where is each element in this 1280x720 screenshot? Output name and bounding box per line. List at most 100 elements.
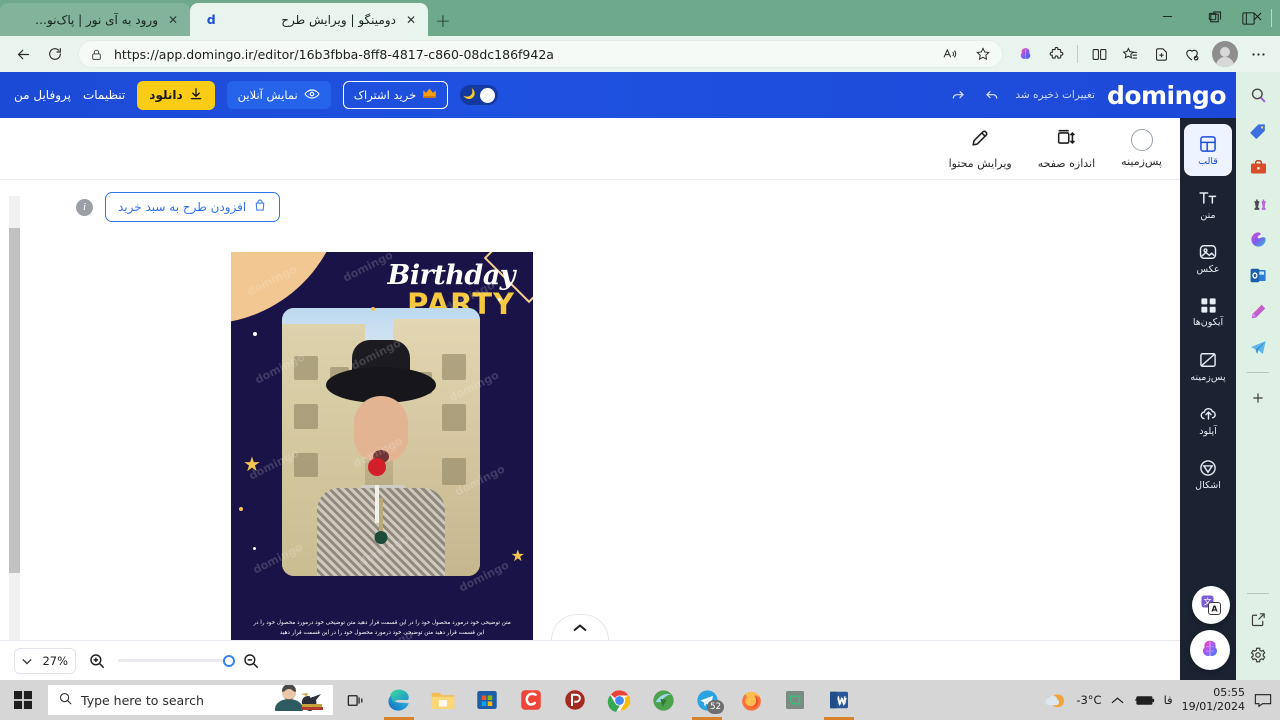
tabstrip: ورود به آی نور | پاک‌نویس ✕ d دومینگو | … (0, 0, 1195, 36)
zoom-out-button[interactable] (240, 650, 262, 672)
design-canvas[interactable]: Birthday PARTY ★ ★ متن توضیحی خود درمورد… (231, 252, 533, 640)
more-options-icon[interactable] (1244, 40, 1272, 68)
taskbar-app-camtasia[interactable] (509, 680, 553, 720)
back-button[interactable] (8, 39, 38, 69)
domingo-logo[interactable]: domingo (1107, 81, 1227, 110)
translate-float-button[interactable]: 文 A (1192, 586, 1230, 624)
redo-icon[interactable] (947, 85, 969, 105)
add-to-cart-button[interactable]: افزودن طرح به سبد خرید (105, 192, 281, 222)
close-button[interactable] (1235, 0, 1280, 32)
settings-link[interactable]: تنظیمات (83, 88, 125, 102)
design-photo[interactable] (282, 308, 480, 576)
new-tab-button[interactable]: + (428, 6, 458, 36)
taskbar-clock[interactable]: 05:55 19/01/2024 (1182, 686, 1245, 715)
telegram-icon[interactable] (1242, 330, 1274, 364)
weather-temperature[interactable]: -3°C (1076, 693, 1101, 707)
battery-charging-icon[interactable] (1133, 694, 1155, 707)
rail-item-background[interactable]: پس‌زمینه (1184, 340, 1232, 392)
windows-start-icon[interactable] (0, 680, 46, 720)
close-tab-icon[interactable]: ✕ (403, 12, 419, 28)
browser-essentials-icon[interactable] (1178, 40, 1206, 68)
tool-background[interactable]: پس‌زمینه (1115, 129, 1168, 168)
buy-subscription-button[interactable]: خرید اشتراک (342, 81, 449, 109)
show-hidden-icons[interactable] (1111, 696, 1124, 705)
rail-item-icons[interactable]: آیکون‌ها (1184, 286, 1232, 338)
rail-item-upload[interactable]: آپلود (1184, 394, 1232, 446)
rail-item-image[interactable]: عکس (1184, 232, 1232, 284)
partly-cloudy-icon[interactable] (1043, 690, 1067, 710)
profile-avatar[interactable] (1212, 41, 1238, 67)
my-profile-link[interactable]: پروفایل من (14, 88, 71, 102)
task-view-icon[interactable] (333, 680, 377, 720)
image-creator-icon[interactable] (1242, 294, 1274, 328)
taskbar-app-file-explorer[interactable] (421, 680, 465, 720)
download-button[interactable]: دانلود (137, 80, 215, 110)
poe-raven-widget-icon[interactable] (271, 685, 333, 715)
zoom-level-select[interactable]: 27% (14, 647, 76, 674)
dark-mode-toggle[interactable]: 🌙 (460, 85, 499, 105)
browser-tab-1[interactable]: ورود به آی نور | پاک‌نویس ✕ (0, 3, 190, 36)
zoom-slider[interactable] (118, 654, 235, 667)
rail-item-template[interactable]: قالب (1184, 124, 1232, 176)
edit-content-pencil-icon (969, 127, 991, 153)
read-aloud-icon[interactable] (937, 41, 963, 67)
tool-edit-content[interactable]: ویرایش محتوا (943, 127, 1018, 170)
scrollbar-thumb[interactable] (9, 228, 20, 573)
sidebar-divider (1247, 372, 1269, 373)
browser-tab-2[interactable]: d دومینگو | ویرایش طرح ✕ (190, 3, 428, 36)
extensions-icon[interactable] (1042, 40, 1070, 68)
add-sidebar-app-icon[interactable] (1242, 381, 1274, 415)
design-description[interactable]: متن توضیحی خود درمورد محصول خود را در ای… (249, 618, 515, 639)
taskbar-app-photoscape[interactable] (553, 680, 597, 720)
taskbar-app-microsoft-word[interactable]: W (817, 680, 861, 720)
refresh-button[interactable] (40, 39, 70, 69)
search-icon[interactable] (1242, 78, 1274, 112)
add-tab-group-icon[interactable] (1147, 40, 1175, 68)
tool-page-size[interactable]: اندازه صفحه (1032, 127, 1101, 170)
collapse-panel-handle[interactable] (551, 614, 609, 640)
copilot-float-button[interactable] (1190, 630, 1230, 670)
notifications-icon[interactable] (1254, 693, 1272, 708)
decor-dot (498, 298, 501, 301)
copilot-icon[interactable] (1011, 40, 1039, 68)
taskbar-app-evernote[interactable] (773, 680, 817, 720)
zoom-in-button[interactable] (86, 650, 108, 672)
undo-icon[interactable] (981, 85, 1003, 105)
online-preview-button[interactable]: نمایش آنلاین (226, 81, 331, 109)
outlook-icon[interactable] (1242, 258, 1274, 292)
rail-label: متن (1200, 209, 1216, 221)
address-bar[interactable]: https://app.domingo.ir/editor/16b3fbba-8… (78, 40, 1003, 68)
tab-title: دومینگو | ویرایش طرح (281, 12, 396, 27)
shopping-tag-icon[interactable] (1242, 114, 1274, 148)
rail-item-text[interactable]: متن (1184, 178, 1232, 230)
taskbar-app-microsoft-edge[interactable] (377, 680, 421, 720)
close-tab-icon[interactable]: ✕ (165, 12, 181, 28)
games-icon[interactable] (1242, 186, 1274, 220)
taskbar-app-microsoft-store[interactable] (465, 680, 509, 720)
info-icon[interactable]: i (76, 198, 93, 216)
collections-icon[interactable] (1116, 40, 1144, 68)
sidebar-settings-icon[interactable] (1242, 638, 1274, 672)
system-tray: -3°C فا 05:55 19/01/2024 (1043, 686, 1278, 715)
taskbar-app-google-chrome[interactable] (597, 680, 641, 720)
taskbar-app-internet-download-manager[interactable] (641, 680, 685, 720)
rail-item-shapes[interactable]: اشکال (1184, 448, 1232, 500)
favorite-star-icon[interactable] (970, 41, 996, 67)
taskbar-app-telegram[interactable]: 52 (685, 680, 729, 720)
url-text: https://app.domingo.ir/editor/16b3fbba-8… (114, 46, 554, 62)
minimize-button[interactable] (1145, 0, 1190, 32)
open-sidebar-icon[interactable] (1242, 602, 1274, 636)
tools-briefcase-icon[interactable] (1242, 150, 1274, 184)
zoom-slider-knob[interactable] (223, 654, 235, 667)
maximize-button[interactable] (1190, 0, 1235, 32)
language-indicator[interactable]: فا (1164, 693, 1173, 707)
taskbar-app-firefox[interactable] (729, 680, 773, 720)
taskbar-search-input[interactable]: Type here to search (48, 685, 333, 715)
canvas-area[interactable]: افزودن طرح به سبد خرید i Birthday PARTY … (0, 180, 1180, 640)
split-screen-icon[interactable] (1085, 40, 1113, 68)
canvas-scrollbar[interactable] (2, 180, 22, 640)
microsoft-365-icon[interactable] (1242, 222, 1274, 256)
zoom-bar: 27% (0, 640, 1180, 680)
window-controls (1145, 0, 1280, 36)
shopping-bag-icon (253, 198, 267, 216)
